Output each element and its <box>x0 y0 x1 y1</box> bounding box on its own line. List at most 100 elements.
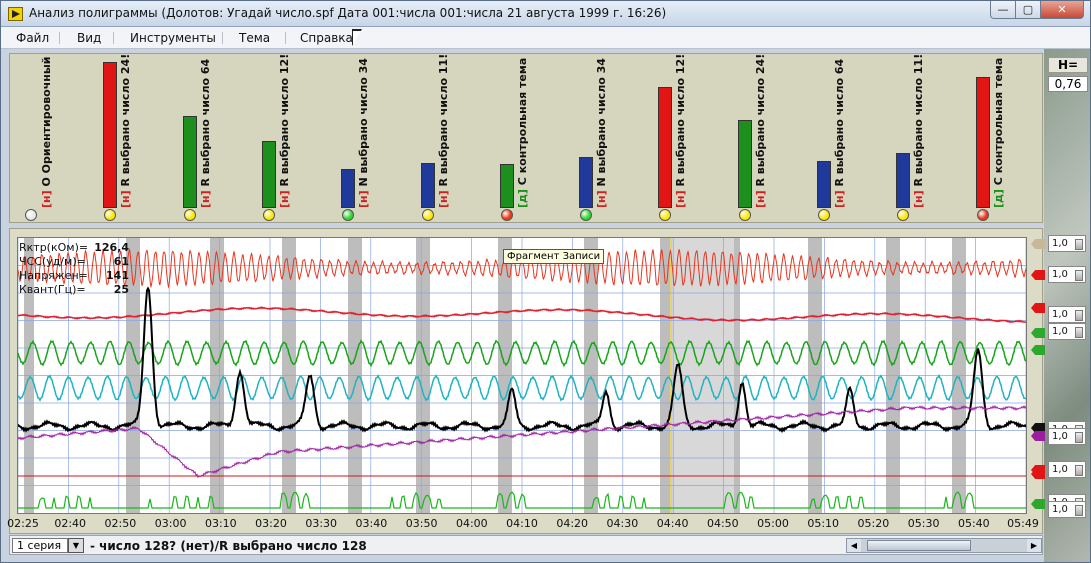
chevron-down-icon[interactable]: ▼ <box>68 538 84 553</box>
question-label: [н] R выбрано число 64 <box>833 54 846 208</box>
channel-scale-box[interactable]: 1,0 <box>1048 428 1086 445</box>
menu-separator <box>113 32 114 44</box>
channel-marker-column <box>1027 233 1047 516</box>
question-label: [н] R выбрано число 12! <box>674 54 687 208</box>
channel-marker-icon[interactable] <box>1031 431 1045 441</box>
window-title: Анализ полиграммы (Долотов: Угадай число… <box>29 6 667 20</box>
question-bar <box>341 168 356 208</box>
question-column[interactable]: [н] R выбрано число 24! <box>103 53 143 221</box>
question-column[interactable]: [н] N выбрано число 34 <box>341 54 381 221</box>
question-status-dot <box>421 209 434 221</box>
close-button[interactable]: ✕ <box>1040 1 1084 19</box>
question-bar <box>817 161 831 208</box>
scroll-thumb[interactable] <box>867 540 971 551</box>
question-column[interactable]: [н] О Ориентировочный <box>24 54 64 221</box>
question-column[interactable]: [д] С контрольная тема <box>975 54 1016 221</box>
question-column[interactable]: [д] С контрольная тема <box>499 54 540 221</box>
question-tag: [н] <box>40 190 53 208</box>
question-text: R выбрано число 24! <box>753 53 767 187</box>
readout-value: 25 <box>113 283 129 296</box>
channel-marker-icon[interactable] <box>1031 345 1045 355</box>
menu-bar: Файл Вид Инструменты Тема Справка <box>1 27 1090 49</box>
question-status-dot <box>897 209 910 221</box>
horizontal-scrollbar[interactable]: ◀ ▶ <box>846 538 1042 553</box>
scroll-right-icon[interactable]: ▶ <box>1027 539 1041 552</box>
menu-separator <box>59 32 60 44</box>
readout-row: ЧСС(уд/м)= 61 <box>19 255 129 269</box>
time-tick-label: 04:10 <box>506 517 538 530</box>
menu-view[interactable]: Вид <box>77 31 101 45</box>
readout-label: Напряжен= <box>19 269 88 282</box>
question-column[interactable]: [н] R выбрано число 64 <box>817 54 857 221</box>
question-column[interactable]: [н] N выбрано число 34 <box>579 54 619 221</box>
question-tag: [н] <box>198 190 212 208</box>
menu-tools[interactable]: Инструменты <box>130 31 216 45</box>
channel-marker-icon[interactable] <box>1031 328 1045 338</box>
question-text: R выбрано число 64 <box>833 58 846 187</box>
question-column[interactable]: [н] R выбрано число 24! <box>737 54 778 221</box>
question-label: [д] С контрольная тема <box>516 54 529 208</box>
polygram-plot[interactable] <box>17 237 1027 514</box>
question-text: R выбрано число 64 <box>198 58 212 187</box>
time-tick-label: 03:10 <box>204 517 237 530</box>
channel-scale-box[interactable]: 1,0 <box>1048 235 1086 252</box>
channel-scale-box[interactable]: 1,0 <box>1048 461 1086 478</box>
question-column[interactable]: [н] R выбрано число 12! <box>658 54 698 221</box>
channel-scale-box[interactable]: 1,0 <box>1048 323 1086 340</box>
question-tag: [д] <box>515 189 529 208</box>
question-text: R выбрано число 12! <box>674 53 688 187</box>
menu-topic[interactable]: Тема <box>239 31 270 45</box>
title-bar[interactable]: Анализ полиграммы (Долотов: Угадай число… <box>1 1 1090 27</box>
time-tick-label: 02:50 <box>104 517 137 530</box>
question-column[interactable]: [н] R выбрано число 11! <box>420 53 461 221</box>
time-tick-label: 04:30 <box>606 517 639 530</box>
question-tag: [н] <box>753 190 767 208</box>
question-status-dot <box>183 209 196 221</box>
menu-separator <box>285 32 286 44</box>
time-tick-label: 05:30 <box>907 517 940 530</box>
question-status-dot <box>818 209 830 221</box>
question-text: R выбрано число 11! <box>912 53 926 187</box>
question-column[interactable]: [н] R выбрано число 11! <box>896 53 936 221</box>
minimize-button[interactable]: — <box>990 1 1016 19</box>
scroll-left-icon[interactable]: ◀ <box>847 539 861 552</box>
time-tick-label: 03:40 <box>355 517 388 530</box>
question-text: R выбрано число 12! <box>277 53 291 187</box>
channel-scale-box[interactable]: 1,0 <box>1048 501 1086 518</box>
question-column[interactable]: [н] R выбрано число 64 <box>182 54 223 221</box>
menu-help[interactable]: Справка <box>300 31 353 45</box>
question-tag: [д] <box>991 189 1005 208</box>
channel-marker-icon[interactable] <box>1031 270 1045 280</box>
channel-marker-icon[interactable] <box>1031 239 1045 249</box>
question-column[interactable]: [н] R выбрано число 12! <box>261 53 302 221</box>
maximize-button[interactable]: ▢ <box>1015 1 1041 19</box>
time-tick-label: 03:30 <box>305 517 338 530</box>
channel-scale-box[interactable]: 1,0 <box>1048 266 1086 283</box>
question-text: R выбрано число 24! <box>119 53 133 187</box>
tooltip: Фрагмент Записи <box>503 249 605 264</box>
question-label: [н] R выбрано число 64 <box>199 54 212 208</box>
channel-scale-box[interactable]: 1,0 <box>1048 306 1086 323</box>
time-tick-label: 03:00 <box>154 517 187 530</box>
menu-file[interactable]: Файл <box>16 31 49 45</box>
question-text: R выбрано число 11! <box>436 53 450 187</box>
channel-marker-icon[interactable] <box>1031 303 1045 313</box>
question-status-dot <box>342 209 355 221</box>
question-bar <box>499 164 514 208</box>
channel-marker-icon[interactable] <box>1031 499 1045 509</box>
question-label: [н] R выбрано число 24! <box>754 54 767 208</box>
time-tick-label: 03:20 <box>255 517 287 530</box>
time-tick-label: 04:40 <box>656 517 689 530</box>
series-select[interactable]: 1 серия <box>12 538 68 553</box>
question-status-dot <box>25 209 37 221</box>
readout-label: ЧСС(уд/м)= <box>19 255 86 268</box>
question-bar <box>579 156 594 208</box>
readout-value: 126,4 <box>94 241 129 254</box>
question-status-dot <box>500 209 513 221</box>
readout-row: Напряжен= 141 <box>19 269 129 283</box>
question-bars-panel: [н] О Ориентировочный [н] R выбрано число… <box>9 53 1043 223</box>
question-text: N выбрано число 34 <box>357 58 371 187</box>
question-tag: [н] <box>833 190 846 208</box>
time-tick-label: 04:20 <box>556 517 589 530</box>
question-bar <box>182 116 197 208</box>
